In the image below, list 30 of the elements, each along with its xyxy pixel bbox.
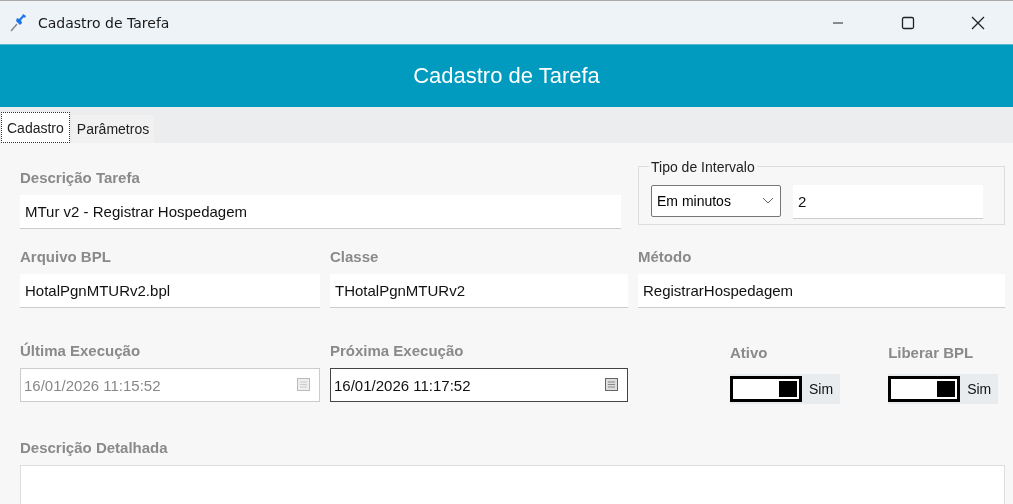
date-field[interactable]: 16/01/2026 11:17:52 [330, 368, 628, 402]
input-field[interactable]: HotalPgnMTURv2.bpl [20, 274, 320, 308]
tab[interactable]: Parâmetros [71, 115, 155, 143]
interval-field[interactable]: 2 [793, 185, 983, 219]
field-label: Liberar BPL [888, 344, 975, 362]
chevron-icon [762, 197, 774, 205]
header-title: Cadastro de Tarefa [413, 63, 600, 89]
tab[interactable]: Cadastro [1, 112, 70, 143]
field-label: Descrição Tarefa [20, 169, 141, 187]
maximize-icon[interactable] [901, 15, 915, 30]
group-legend: Tipo de Intervalo [649, 159, 757, 175]
field-label: Próxima Execução [330, 342, 465, 360]
toggle-switch[interactable] [730, 376, 802, 402]
field-label: Classe [330, 248, 380, 266]
field-label: Método [638, 248, 693, 266]
field-label: Arquivo BPL [20, 248, 112, 266]
pushpin-icon [8, 12, 28, 33]
toggle-switch[interactable] [888, 376, 961, 402]
field-label: Ativo [730, 344, 769, 362]
toggle-label: Sim [966, 381, 993, 397]
toggle-label: Sim [808, 381, 835, 397]
field-label: Descrição Detalhada [20, 439, 169, 457]
calendar-icon[interactable] [605, 378, 619, 392]
input-field[interactable]: RegistrarHospedagem [638, 274, 1005, 308]
input-field[interactable]: MTur v2 - Registrar Hospedagem [20, 195, 621, 229]
input-field[interactable]: THotalPgnMTURv2 [330, 274, 628, 308]
window-title: Cadastro de Tarefa [38, 14, 170, 31]
close-icon[interactable] [971, 15, 985, 30]
interval-dropdown[interactable]: Em minutos [651, 185, 781, 217]
field-label: Última Execução [20, 342, 142, 360]
